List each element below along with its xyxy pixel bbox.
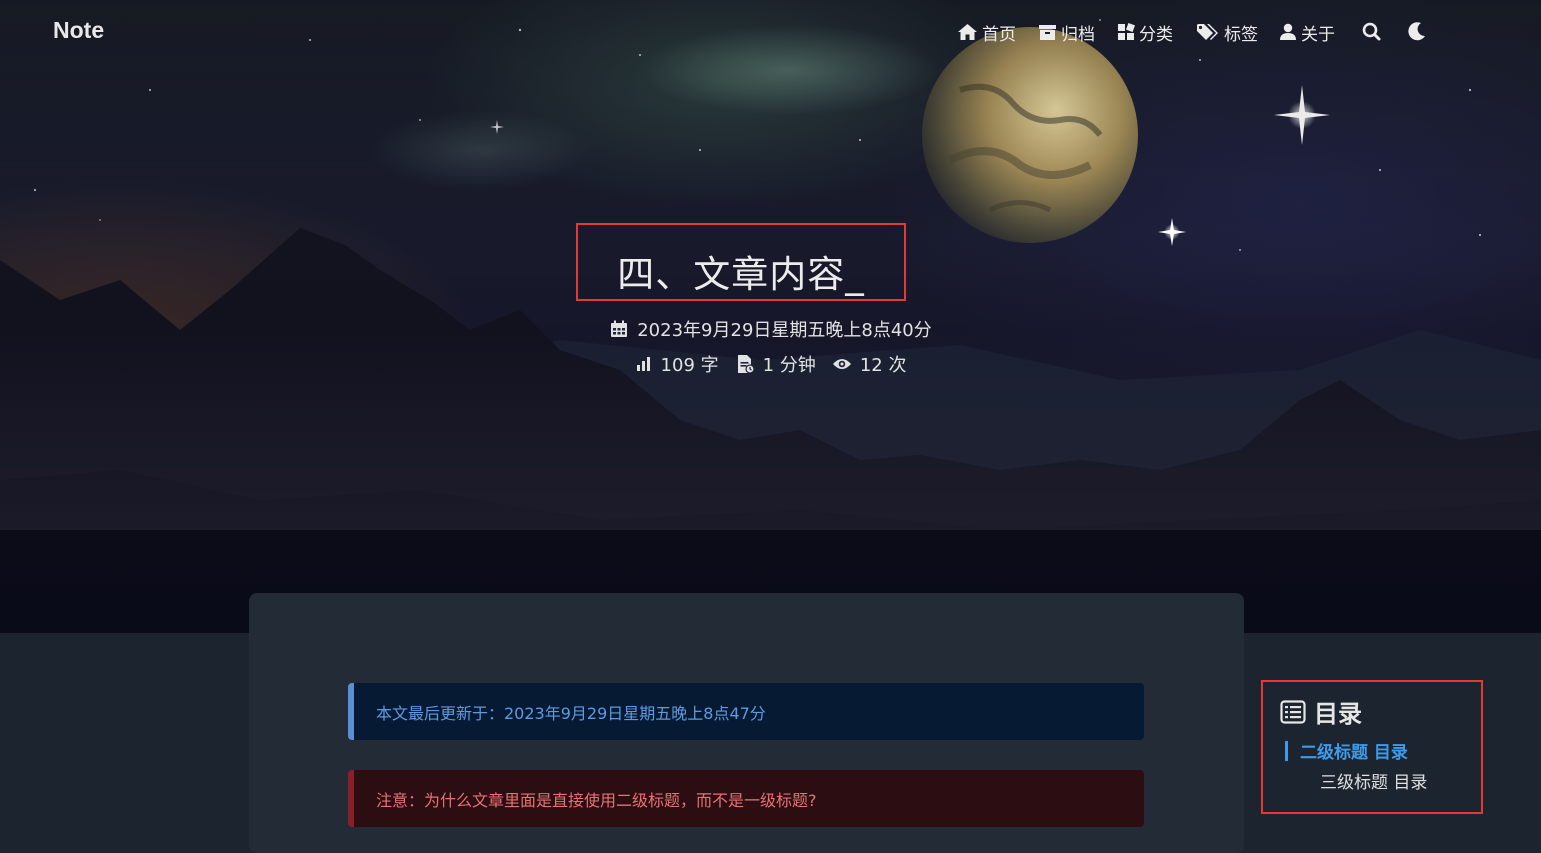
word-count: 109 字	[660, 355, 719, 376]
post-content-card: 本文最后更新于：2023年9月29日星期五晚上8点47分 注意：为什么文章里面是…	[249, 593, 1244, 853]
search-button[interactable]	[1360, 20, 1384, 44]
archive-icon	[1039, 24, 1056, 40]
brand-logo[interactable]: Note	[53, 17, 104, 44]
nav-label-category: 分类	[1139, 24, 1173, 45]
nav-label-tags: 标签	[1224, 24, 1258, 45]
chart-icon	[636, 357, 650, 371]
post-stats-row: 109 字 1 分钟 12 次	[0, 351, 1541, 377]
toc-header: 目录	[1280, 694, 1362, 729]
post-date: 2023年9月29日星期五晚上8点40分	[637, 320, 932, 341]
post-date-row: 2023年9月29日星期五晚上8点40分	[0, 316, 1541, 342]
nav-item-tags[interactable]: 标签	[1196, 19, 1258, 45]
category-icon	[1118, 23, 1135, 40]
nav-label-home: 首页	[982, 24, 1016, 45]
calendar-icon	[611, 320, 628, 337]
navbar: Note 首页 归档 分类 标签 关于	[0, 0, 1541, 64]
post-title: 四、文章内容_	[617, 253, 865, 296]
nav-item-archive[interactable]: 归档	[1038, 19, 1095, 45]
eye-icon	[832, 359, 851, 369]
last-updated-text: 本文最后更新于：2023年9月29日星期五晚上8点47分	[376, 703, 766, 723]
list-icon	[1280, 699, 1306, 724]
user-icon	[1280, 23, 1296, 40]
nav-label-archive: 归档	[1061, 24, 1095, 45]
nav-label-about: 关于	[1301, 24, 1335, 45]
nav-item-category[interactable]: 分类	[1117, 19, 1173, 45]
toc-item-h2[interactable]: 二级标题 目录	[1285, 738, 1408, 763]
warning-text: 注意：为什么文章里面是直接使用二级标题，而不是一级标题?	[376, 790, 817, 810]
search-icon	[1362, 22, 1381, 41]
nav-item-about[interactable]: 关于	[1279, 19, 1335, 45]
toc-active-indicator	[1285, 740, 1288, 761]
toc-item-h3[interactable]: 三级标题 目录	[1320, 768, 1427, 793]
nav-item-home[interactable]: 首页	[957, 19, 1016, 45]
last-updated-note: 本文最后更新于：2023年9月29日星期五晚上8点47分	[348, 683, 1144, 740]
theme-toggle-button[interactable]	[1406, 20, 1430, 44]
moon-icon	[1408, 22, 1425, 41]
reading-time-icon	[737, 355, 755, 374]
toc-item-h2-label: 二级标题 目录	[1300, 743, 1408, 763]
home-icon	[958, 24, 977, 40]
read-time: 1 分钟	[762, 355, 816, 376]
view-count: 12 次	[859, 355, 907, 376]
warning-note: 注意：为什么文章里面是直接使用二级标题，而不是一级标题?	[348, 770, 1144, 827]
toc-title: 目录	[1314, 700, 1362, 728]
tags-icon	[1197, 24, 1218, 40]
